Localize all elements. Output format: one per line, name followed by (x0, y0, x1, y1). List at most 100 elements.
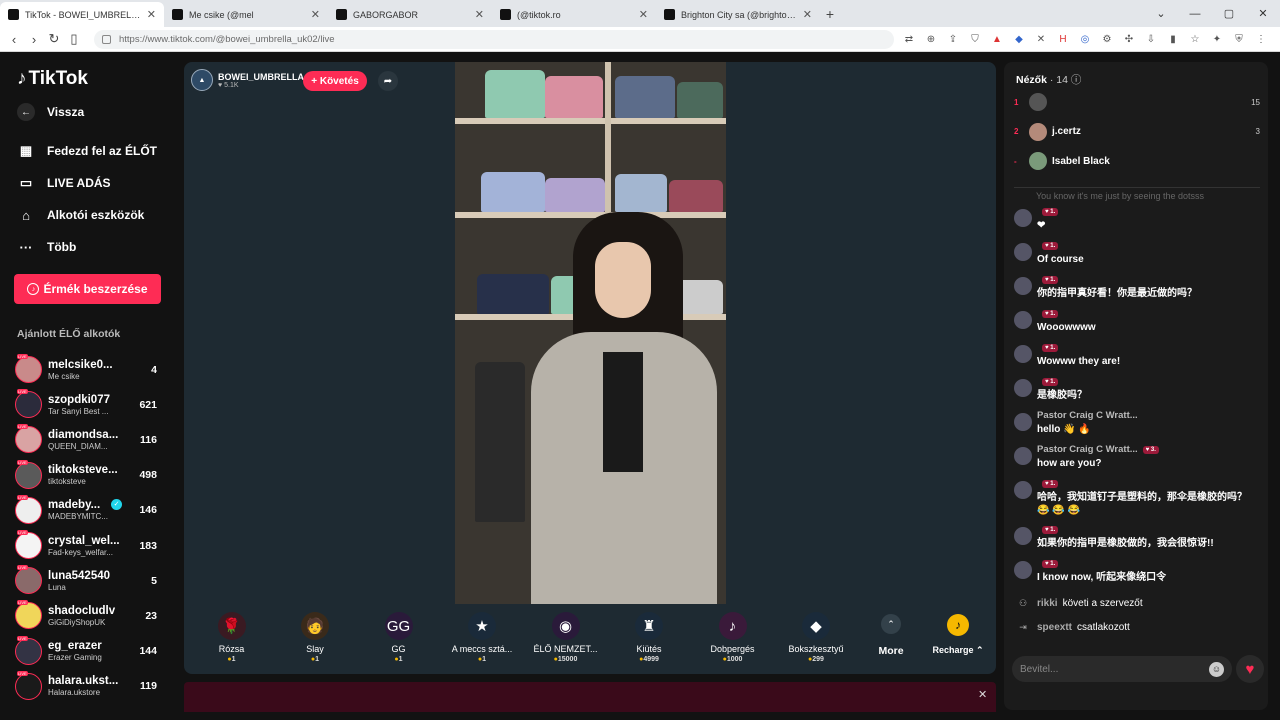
gift-item[interactable]: ◉ ÉLŐ NEMZET... 15000 (524, 604, 607, 674)
creator-item[interactable]: LIVE crystal_wel... Fad-keys_welfar... 183 (15, 528, 165, 563)
viewers-header[interactable]: Nézők · 14 ⓘ (1016, 72, 1081, 87)
gift-item[interactable]: ◆ Bokszkesztyű 299 (775, 604, 858, 674)
creator-item[interactable]: LIVE szopdki077 Tar Sanyi Best ... 621 (15, 387, 165, 422)
back-arrow-icon[interactable]: ‹ (4, 32, 24, 47)
system-username[interactable]: rikki (1037, 598, 1058, 609)
recharge-button[interactable]: ♪ Recharge ⌃ (926, 604, 990, 674)
host-info[interactable]: ▲ BOWEI_UMBRELLA ♥ 5.1K (191, 69, 304, 91)
menu-icon[interactable]: ⋮ (1250, 34, 1272, 45)
browser-tab[interactable]: TikTok - BOWEI_UMBRELLA (@bowei ✕ (0, 2, 164, 27)
gift-icon: ◉ (551, 612, 580, 640)
chat-message[interactable]: ♥ 1. 如果你的指甲是橡胶做的，我会很惊讶!! (1014, 523, 1260, 557)
puzzle-icon[interactable]: ✣ (1118, 34, 1140, 45)
url-field[interactable]: https://www.tiktok.com/@bowei_umbrella_u… (94, 29, 894, 49)
close-banner-icon[interactable]: ✕ (978, 688, 987, 701)
chat-message[interactable]: ♥ 1. Wowww they are! (1014, 341, 1260, 375)
chat-message[interactable]: ♥ 1. Wooowwww (1014, 307, 1260, 341)
extension-icon[interactable]: ◆ (1008, 34, 1030, 45)
creator-item[interactable]: LIVE shadocludlv GiGiDiyShopUK 23 (15, 598, 165, 633)
nav-explore-live[interactable]: ▦ Fedezd fel az ÉLŐT (17, 143, 157, 159)
nav-more[interactable]: ··· Több (17, 239, 77, 255)
gift-item[interactable]: 🧑 Slay 1 (274, 604, 357, 674)
reload-icon[interactable]: ↻ (44, 31, 64, 47)
like-heart-button[interactable]: ♥ (1236, 655, 1264, 683)
more-gifts-button[interactable]: ⌃ More (863, 604, 919, 674)
browser-tab[interactable]: GABORGABOR ✕ (328, 2, 492, 27)
chat-message[interactable]: ♥ 1. Of course (1014, 239, 1260, 273)
emoji-icon[interactable]: ☺ (1209, 661, 1224, 677)
browser-tab[interactable]: Me csike (@mel ✕ (164, 2, 328, 27)
chat-message[interactable]: ♥ 1. 哈哈，我知道钉子是塑料的，那伞是橡胶的吗？ 😂 😂 😂 (1014, 477, 1260, 523)
creator-item[interactable]: LIVE madeby... MADEBYMITC... ✓ 146 (15, 493, 165, 528)
extension-icon[interactable]: ✦ (1206, 34, 1228, 45)
forward-arrow-icon[interactable]: › (24, 32, 44, 47)
share-icon[interactable]: ⇪ (942, 34, 964, 45)
warning-icon[interactable]: ▲ (986, 34, 1008, 45)
extension-icon[interactable]: ✕ (1030, 34, 1052, 45)
bookmark-icon[interactable]: ▯ (64, 31, 84, 47)
chat-username[interactable]: Pastor Craig C Wratt... (1037, 410, 1138, 421)
minimize-icon[interactable]: — (1178, 0, 1212, 27)
close-tab-icon[interactable]: ✕ (311, 8, 320, 21)
gift-item[interactable]: 🌹 Rózsa 1 (190, 604, 273, 674)
nav-label: LIVE ADÁS (47, 176, 111, 190)
close-tab-icon[interactable]: ✕ (639, 8, 648, 21)
extension-icon[interactable]: H (1052, 34, 1074, 45)
chat-message[interactable]: ♥ 1. 你的指甲真好看！你是最近做的吗？ (1014, 273, 1260, 307)
creator-item[interactable]: LIVE luna542540 Luna 5 (15, 563, 165, 598)
nav-creator-tools[interactable]: ⌂ Alkotói eszközök (17, 207, 144, 223)
gift-item[interactable]: ♜ Kiütés 4999 (608, 604, 691, 674)
gift-item[interactable]: ★ A meccs sztá... 1 (441, 604, 524, 674)
creator-item[interactable]: LIVE eg_erazer Erazer Gaming 144 (15, 634, 165, 669)
info-icon[interactable]: ⓘ (1071, 74, 1082, 86)
zoom-icon[interactable]: ⊕ (920, 34, 942, 45)
site-info-icon[interactable] (102, 34, 111, 44)
chat-input[interactable]: Bevitel... ☺ (1012, 656, 1232, 682)
top-viewer-row[interactable]: 1 15 (1014, 90, 1260, 114)
close-icon[interactable]: ✕ (1246, 0, 1280, 27)
chevron-down-icon[interactable]: ⌄ (1144, 0, 1178, 27)
extension-icon[interactable]: ⛨ (1228, 34, 1250, 45)
creator-item[interactable]: LIVE melcsike0... Me csike 4 (15, 352, 165, 387)
creator-item[interactable]: LIVE diamondsa... QUEEN_DIAM... 116 (15, 422, 165, 457)
chat-message[interactable]: ♥ 1. ❤ (1014, 205, 1260, 239)
favorites-icon[interactable]: ☆ (1184, 34, 1206, 45)
back-button[interactable]: ← Vissza (17, 103, 84, 121)
top-viewer-row[interactable]: - Isabel Black (1014, 149, 1260, 173)
avatar: LIVE (15, 600, 42, 630)
download-icon[interactable]: ⇩ (1140, 34, 1162, 45)
gift-item[interactable]: GG GG 1 (357, 604, 440, 674)
extension-icon[interactable]: ◎ (1074, 34, 1096, 45)
extension-icon[interactable]: ⚙ (1096, 34, 1118, 45)
close-tab-icon[interactable]: ✕ (147, 8, 156, 21)
get-coins-button[interactable]: ♪ Érmék beszerzése (14, 274, 161, 304)
sidebar-icon[interactable]: ▮ (1162, 34, 1184, 45)
creator-item[interactable]: LIVE tiktoksteve... tiktoksteve 498 (15, 458, 165, 493)
live-video[interactable] (455, 62, 726, 604)
close-tab-icon[interactable]: ✕ (475, 8, 484, 21)
new-tab-button[interactable]: + (820, 2, 840, 27)
chat-username[interactable]: Pastor Craig C Wratt... (1037, 444, 1138, 455)
browser-tab[interactable]: Brighton City sa (@brighton.city) ÉLŐ ✕ (656, 2, 820, 27)
chat-message[interactable]: Pastor Craig C Wratt... ♥ 3. how are you? (1014, 443, 1260, 477)
creator-item[interactable]: LIVE halara.ukst... Halara.ukstore 119 (15, 669, 165, 704)
tiktok-logo[interactable]: ♪ TikTok (17, 68, 88, 90)
browser-tab[interactable]: (@tiktok.ro ✕ (492, 2, 656, 27)
translate-icon[interactable]: ⇄ (898, 34, 920, 45)
close-tab-icon[interactable]: ✕ (803, 8, 812, 21)
shield-icon[interactable]: ⛉ (964, 34, 986, 45)
back-label: Vissza (47, 105, 85, 119)
nav-live-studio[interactable]: ▭ LIVE ADÁS (17, 175, 111, 191)
maximize-icon[interactable]: ▢ (1212, 0, 1246, 27)
chat-message[interactable]: Pastor Craig C Wratt... hello 👋 🔥 (1014, 409, 1260, 443)
chat-message[interactable]: ♥ 1. 是橡胶吗？ (1014, 375, 1260, 409)
verified-icon: ✓ (111, 498, 122, 510)
system-username[interactable]: speextt (1037, 622, 1072, 633)
share-icon[interactable]: ➦ (378, 71, 398, 91)
host-name[interactable]: BOWEI_UMBRELLA (218, 72, 304, 82)
gift-item[interactable]: ♪ Dobpergés 1000 (691, 604, 774, 674)
host-avatar[interactable]: ▲ (191, 69, 213, 91)
follow-button[interactable]: + Követés (303, 71, 367, 91)
chat-message[interactable]: ♥ 1. I know now, 听起来像绕口令 (1014, 557, 1260, 591)
top-viewer-row[interactable]: 2 j.certz 3 (1014, 120, 1260, 144)
